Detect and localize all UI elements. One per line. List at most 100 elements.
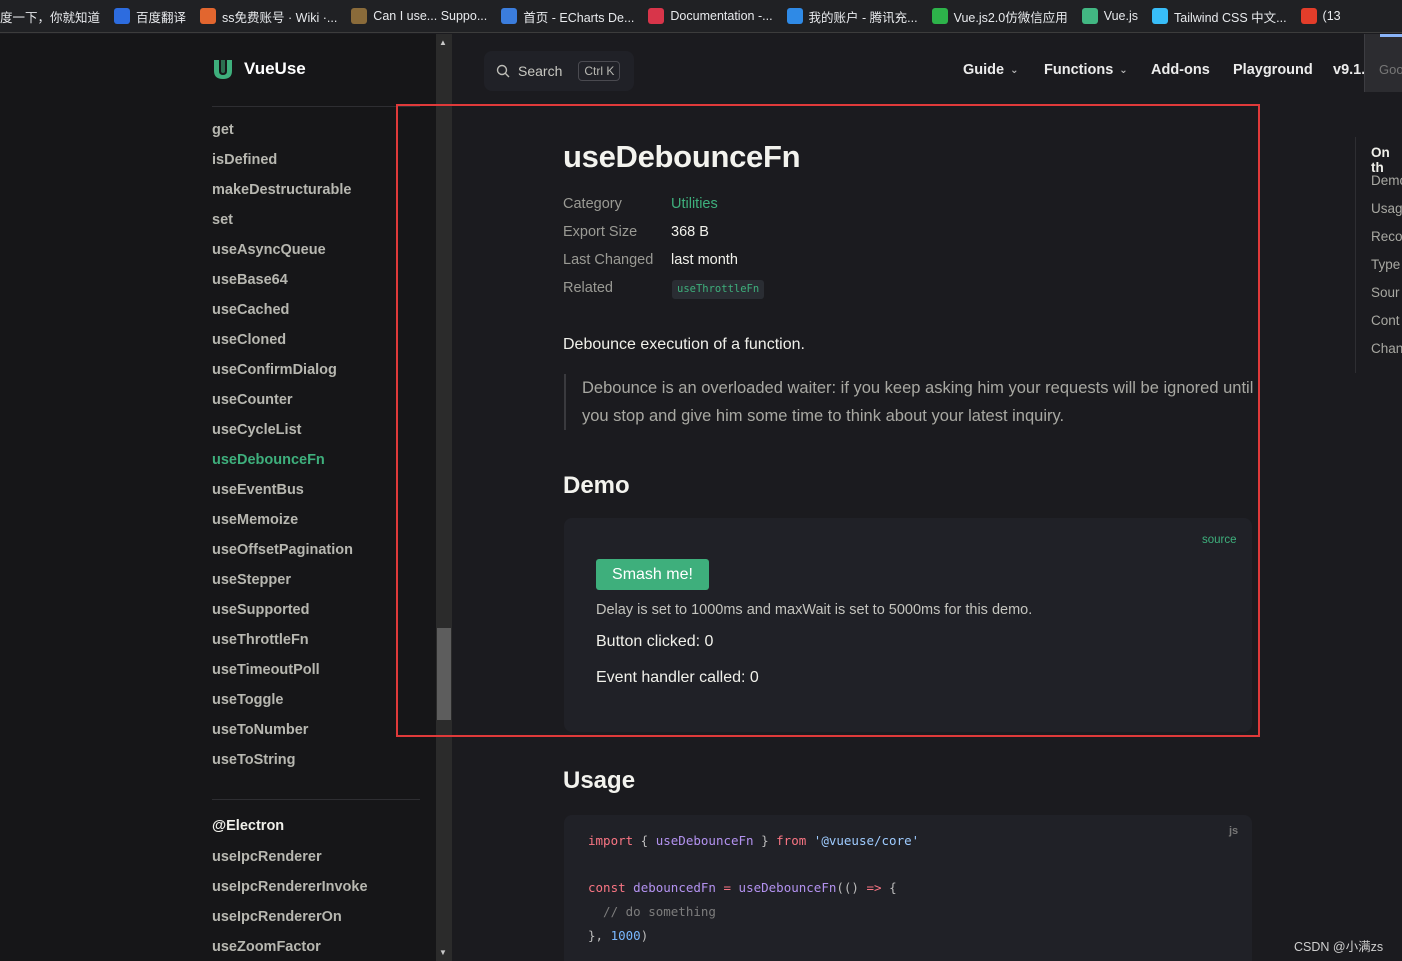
description: Debounce execution of a function. [563, 336, 805, 353]
bookmark-item[interactable]: 我的账户 - 腾讯充... [786, 7, 918, 26]
logo[interactable]: VueUse [212, 58, 306, 80]
bookmark-label: Tailwind CSS 中文... [1174, 10, 1287, 25]
chevron-down-icon: ⌄ [1119, 64, 1128, 76]
sidebar-item[interactable]: useMemoize [212, 512, 298, 528]
bookmark-item[interactable]: 百度翻译 [114, 7, 186, 26]
bookmark-item[interactable]: 首页 - ECharts De... [501, 7, 634, 26]
nav-guide[interactable]: Guide ⌄ [963, 62, 1018, 78]
toc-item[interactable]: Reco [1371, 229, 1402, 244]
bookmark-item[interactable]: (13 [1300, 8, 1341, 24]
meta-value-category[interactable]: Utilities [671, 196, 718, 212]
sidebar-item[interactable]: useIpcRendererInvoke [212, 879, 368, 895]
sidebar-item[interactable]: useCached [212, 302, 289, 318]
meta-label-last-changed: Last Changed [563, 252, 654, 268]
sidebar-scrollbar-thumb[interactable] [437, 628, 451, 720]
code-operator: => [866, 880, 882, 895]
code-comment: // do something [588, 904, 716, 919]
sidebar-item[interactable]: useStepper [212, 572, 291, 588]
related-tag[interactable]: useThrottleFn [672, 280, 765, 299]
bookmark-item[interactable]: Vue.js [1081, 8, 1139, 24]
logo-text: VueUse [244, 59, 306, 78]
wechat-icon [931, 8, 948, 24]
sidebar-item[interactable]: useEventBus [212, 482, 304, 498]
handler-called-count: Event handler called: 0 [596, 669, 759, 686]
bookmark-item[interactable]: ss免费账号 · Wiki ·... [200, 7, 337, 26]
sidebar-item[interactable]: useToString [212, 752, 296, 768]
code-punct: ) [640, 928, 649, 943]
sidebar-item[interactable]: makeDestructurable [212, 182, 351, 198]
code-variable: debouncedFn [625, 880, 724, 895]
code-keyword: from [776, 833, 807, 848]
bookmark-item[interactable]: 度一下，你就知道 [0, 7, 100, 26]
bookmark-label: Vue.js2.0仿微信应用 [953, 10, 1068, 25]
toc-item[interactable]: Sour [1371, 285, 1400, 300]
bookmark-item[interactable]: Tailwind CSS 中文... [1152, 7, 1287, 26]
code-line-1: import { useDebounceFn } from '@vueuse/c… [588, 833, 919, 848]
popup-text: Goo [1379, 62, 1402, 77]
demo-heading: Demo [563, 472, 630, 499]
nav-functions[interactable]: Functions ⌄ [1044, 62, 1128, 78]
caniuse-icon [351, 8, 368, 24]
sidebar-item[interactable]: useToggle [212, 692, 283, 708]
browser-popup-panel[interactable]: Goo [1364, 34, 1402, 92]
sidebar-item[interactable]: useThrottleFn [212, 632, 309, 648]
scroll-down-arrow-icon[interactable]: ▼ [439, 948, 447, 957]
bookmark-item[interactable]: Can I use... Suppo... [351, 8, 487, 24]
bookmark-label: (13 [1322, 9, 1341, 23]
nav-guide-label: Guide [963, 62, 1005, 78]
scroll-up-arrow-icon[interactable]: ▲ [439, 38, 447, 47]
bookmark-label: ss免费账号 · Wiki ·... [222, 10, 338, 25]
toc-item[interactable]: Cont [1371, 313, 1400, 328]
nav-addons[interactable]: Add-ons [1151, 62, 1210, 78]
code-operator: = [723, 880, 732, 895]
code-punct: } [753, 833, 777, 848]
page-title: useDebounceFn [563, 139, 801, 174]
sidebar-item[interactable]: isDefined [212, 152, 277, 168]
sidebar-item[interactable]: useIpcRendererOn [212, 909, 342, 925]
code-keyword: import [588, 833, 634, 848]
vueuse-logo-icon [214, 60, 232, 79]
tailwind-icon [1152, 8, 1169, 24]
sidebar-item[interactable]: useCounter [212, 392, 293, 408]
demo-note: Delay is set to 1000ms and maxWait is se… [596, 602, 1033, 618]
toc-title: On th [1371, 145, 1390, 175]
code-punct: { [633, 833, 656, 848]
search-button[interactable]: Search Ctrl K [484, 51, 634, 91]
csdn-icon [1300, 8, 1317, 24]
toc-item[interactable]: Demo [1371, 173, 1402, 188]
meta-label-export-size: Export Size [563, 224, 638, 240]
sidebar-divider-top [212, 106, 420, 107]
bookmark-label: 我的账户 - 腾讯充... [808, 10, 918, 25]
code-number: 1000 [610, 928, 641, 943]
toc-item[interactable]: Chan [1371, 341, 1402, 356]
nav-playground[interactable]: Playground [1233, 62, 1313, 78]
sidebar-item[interactable]: useBase64 [212, 272, 288, 288]
watermark: CSDN @小满zs [1294, 940, 1384, 954]
code-punct: { [881, 880, 897, 895]
smash-me-button[interactable]: Smash me! [596, 559, 709, 590]
sidebar-item[interactable]: useCloned [212, 332, 286, 348]
bookmark-label: Vue.js [1103, 9, 1139, 23]
sidebar-scrollbar[interactable] [436, 34, 452, 961]
bookmark-item[interactable]: Vue.js2.0仿微信应用 [931, 7, 1068, 26]
nav-version[interactable]: v9.1. [1333, 62, 1365, 78]
sidebar-item[interactable]: useDebounceFn [212, 452, 325, 468]
meta-value-last-changed: last month [671, 252, 738, 268]
meta-value-export-size: 368 B [671, 224, 709, 240]
bookmark-item[interactable]: Documentation -... [648, 8, 773, 24]
sidebar-item[interactable]: useConfirmDialog [212, 362, 337, 378]
sidebar-item[interactable]: set [212, 212, 233, 228]
sidebar-item[interactable]: useCycleList [212, 422, 301, 438]
sidebar-item[interactable]: useToNumber [212, 722, 308, 738]
source-link[interactable]: source [1202, 534, 1237, 546]
sidebar-item[interactable]: useOffsetPagination [212, 542, 353, 558]
sidebar-item[interactable]: useSupported [212, 602, 309, 618]
toc-item[interactable]: Usag [1371, 201, 1402, 216]
sidebar-item[interactable]: get [212, 122, 234, 138]
sidebar-item[interactable]: useZoomFactor [212, 939, 321, 955]
nav-functions-label: Functions [1044, 62, 1114, 78]
sidebar-item[interactable]: useIpcRenderer [212, 849, 322, 865]
sidebar-item[interactable]: useAsyncQueue [212, 242, 326, 258]
sidebar-item[interactable]: useTimeoutPoll [212, 662, 320, 678]
toc-item[interactable]: Type [1371, 257, 1400, 272]
